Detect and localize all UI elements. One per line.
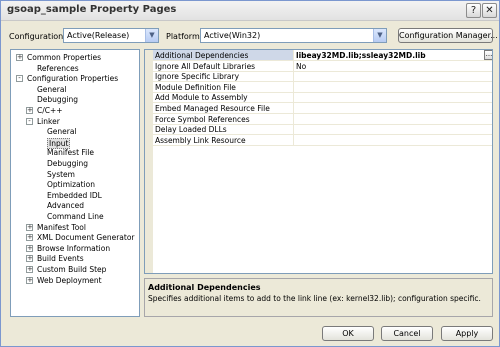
title-bar[interactable]: gsoap_sample Property Pages ? ✕ [1,1,499,21]
property-row[interactable]: Module Definition File [153,81,492,93]
property-row[interactable]: Ignore All Default Libraries No [153,60,492,72]
expand-icon[interactable]: + [26,234,33,242]
property-name: Force Symbol References [155,114,250,124]
property-row[interactable]: Force Symbol References [153,113,492,125]
property-row[interactable]: Embed Managed Resource File [153,103,492,114]
property-row[interactable]: Delay Loaded DLLs [153,124,492,136]
property-row[interactable]: Add Module to Assembly [153,92,492,104]
property-row[interactable]: Additional Dependencies libeay32MD.lib;ss… [153,50,492,61]
tree-item-label: Linker [37,116,60,126]
column-separator [293,124,294,136]
tree-item-label: Build Events [37,254,84,264]
property-row[interactable]: Assembly Link Resource [153,134,492,146]
expand-icon[interactable]: + [26,223,33,231]
window-title: gsoap_sample Property Pages [7,4,177,15]
expand-icon[interactable]: + [26,255,33,263]
column-separator [293,103,294,114]
tree-item-label: Optimization [47,180,95,190]
tree-item-label: Configuration Properties [27,74,119,84]
help-icon[interactable]: ? [466,3,481,18]
tree-item-label: Custom Build Step [37,265,107,274]
chevron-down-icon[interactable]: ▼ [373,29,386,42]
tree-item-label: Web Deployment [37,275,102,285]
configuration-select[interactable]: Active(Release) ▼ [63,28,159,43]
column-separator [293,50,294,61]
property-pages-dialog: gsoap_sample Property Pages ? ✕ Configur… [0,0,500,347]
tree-item-label: Debugging [47,159,89,168]
tree-item-label: Debugging [37,95,79,105]
description-text: Specifies additional items to add to the… [148,294,481,303]
close-icon[interactable]: ✕ [482,3,497,18]
platform-value: Active(Win32) [204,31,261,40]
tree-item-label: Command Line [47,212,104,221]
property-tree[interactable]: + Common Properties References - Configurati… [10,49,140,317]
expand-icon[interactable]: + [26,276,33,284]
property-name: Delay Loaded DLLs [155,125,227,135]
configuration-manager-button[interactable]: Configuration Manager... [398,28,498,43]
collapse-icon[interactable]: - [26,117,33,125]
expand-icon[interactable]: + [26,107,33,114]
platform-select[interactable]: Active(Win32) ▼ [200,28,387,43]
property-value[interactable]: libeay32MD.lib;ssleay32MD.lib [296,50,426,61]
tree-item-label: General [47,127,77,137]
chevron-down-icon[interactable]: ▼ [145,29,158,42]
expand-icon[interactable]: + [26,244,33,252]
collapse-icon[interactable]: - [16,75,23,83]
browse-button[interactable]: ... [484,50,492,60]
tree-item-label: Manifest File [47,148,94,158]
description-panel: Additional Dependencies Specifies additi… [144,278,493,317]
column-separator [293,60,294,72]
property-name: Ignore Specific Library [155,72,240,82]
tree-item-label: Advanced [47,201,85,211]
column-separator [293,113,294,125]
property-name: Add Module to Assembly [155,93,248,103]
property-row[interactable]: Ignore Specific Library [153,71,492,83]
column-separator [293,81,294,93]
property-name: Ignore All Default Libraries [155,61,256,71]
column-separator [293,134,294,146]
description-title: Additional Dependencies [148,283,261,292]
column-separator [293,71,294,83]
apply-button[interactable]: Apply [441,326,493,341]
property-name: Embed Managed Resource File [155,104,270,113]
tree-item-label: Browse Information [37,243,111,253]
tree-item-label: Manifest Tool [37,222,86,232]
tree-item-label: C/C++ [37,106,63,115]
configuration-label: Configuration: [9,32,66,41]
tree-item-label: XML Document Generator [37,233,135,243]
expand-icon[interactable]: + [16,54,23,61]
property-value[interactable]: No [296,61,306,72]
property-name: Assembly Link Resource [155,135,246,145]
tree-item-label: Common Properties [27,53,102,62]
platform-label: Platform: [166,32,203,41]
ok-button[interactable]: OK [322,326,374,341]
tree-item-label: System [47,169,75,179]
property-name: Module Definition File [155,82,236,92]
tree-item-label: Embedded IDL [47,190,102,200]
cancel-button[interactable]: Cancel [381,326,433,341]
expand-icon[interactable]: + [26,266,33,273]
grid-gutter [145,50,153,273]
property-grid[interactable]: Additional Dependencies libeay32MD.lib;ss… [144,49,493,274]
configuration-value: Active(Release) [67,31,130,40]
column-separator [293,92,294,104]
property-name: Additional Dependencies [155,51,249,60]
tree-item-label: General [37,84,67,94]
tree-item-label: References [37,63,79,73]
